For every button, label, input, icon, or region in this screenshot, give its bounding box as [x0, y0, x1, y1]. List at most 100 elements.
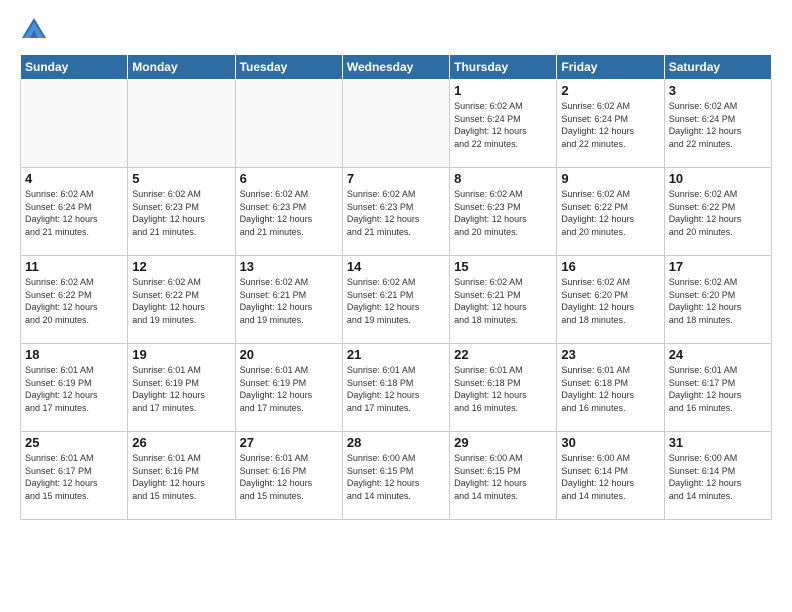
day-info: Sunrise: 6:02 AM Sunset: 6:24 PM Dayligh…	[669, 100, 767, 150]
day-number: 6	[240, 171, 338, 186]
day-number: 19	[132, 347, 230, 362]
calendar-cell: 21 Sunrise: 6:01 AM Sunset: 6:18 PM Dayli…	[342, 344, 449, 432]
day-number: 16	[561, 259, 659, 274]
day-number: 23	[561, 347, 659, 362]
day-number: 29	[454, 435, 552, 450]
day-info: Sunrise: 6:00 AM Sunset: 6:15 PM Dayligh…	[454, 452, 552, 502]
day-info: Sunrise: 6:02 AM Sunset: 6:21 PM Dayligh…	[454, 276, 552, 326]
day-number: 5	[132, 171, 230, 186]
calendar-cell: 9 Sunrise: 6:02 AM Sunset: 6:22 PM Daylig…	[557, 168, 664, 256]
weekday-header: Monday	[128, 55, 235, 80]
day-info: Sunrise: 6:02 AM Sunset: 6:22 PM Dayligh…	[561, 188, 659, 238]
calendar-week-row: 25 Sunrise: 6:01 AM Sunset: 6:17 PM Dayli…	[21, 432, 772, 520]
day-number: 4	[25, 171, 123, 186]
day-number: 13	[240, 259, 338, 274]
calendar-cell	[342, 80, 449, 168]
day-info: Sunrise: 6:02 AM Sunset: 6:24 PM Dayligh…	[454, 100, 552, 150]
day-number: 24	[669, 347, 767, 362]
day-info: Sunrise: 6:02 AM Sunset: 6:24 PM Dayligh…	[25, 188, 123, 238]
calendar-week-row: 18 Sunrise: 6:01 AM Sunset: 6:19 PM Dayli…	[21, 344, 772, 432]
day-number: 18	[25, 347, 123, 362]
day-number: 21	[347, 347, 445, 362]
header	[20, 16, 772, 44]
calendar-cell: 11Sunrise: 6:02 AM Sunset: 6:22 PM Dayli…	[21, 256, 128, 344]
day-number: 30	[561, 435, 659, 450]
page: SundayMondayTuesdayWednesdayThursdayFrid…	[0, 0, 792, 612]
calendar-cell: 20Sunrise: 6:01 AM Sunset: 6:19 PM Dayli…	[235, 344, 342, 432]
day-number: 14	[347, 259, 445, 274]
day-number: 11	[25, 259, 123, 274]
day-info: Sunrise: 6:01 AM Sunset: 6:16 PM Dayligh…	[132, 452, 230, 502]
day-info: Sunrise: 6:02 AM Sunset: 6:20 PM Dayligh…	[669, 276, 767, 326]
calendar-cell: 15 Sunrise: 6:02 AM Sunset: 6:21 PM Dayli…	[450, 256, 557, 344]
weekday-header: Saturday	[664, 55, 771, 80]
calendar-cell	[21, 80, 128, 168]
day-info: Sunrise: 6:01 AM Sunset: 6:18 PM Dayligh…	[454, 364, 552, 414]
day-info: Sunrise: 6:02 AM Sunset: 6:23 PM Dayligh…	[132, 188, 230, 238]
day-number: 31	[669, 435, 767, 450]
day-number: 27	[240, 435, 338, 450]
day-info: Sunrise: 6:01 AM Sunset: 6:17 PM Dayligh…	[25, 452, 123, 502]
day-number: 8	[454, 171, 552, 186]
calendar-cell: 17 Sunrise: 6:02 AM Sunset: 6:20 PM Dayli…	[664, 256, 771, 344]
day-number: 9	[561, 171, 659, 186]
calendar-cell: 23Sunrise: 6:01 AM Sunset: 6:18 PM Dayli…	[557, 344, 664, 432]
calendar-cell: 29 Sunrise: 6:00 AM Sunset: 6:15 PM Dayli…	[450, 432, 557, 520]
day-info: Sunrise: 6:00 AM Sunset: 6:14 PM Dayligh…	[669, 452, 767, 502]
calendar-cell: 31 Sunrise: 6:00 AM Sunset: 6:14 PM Dayli…	[664, 432, 771, 520]
calendar-cell: 5 Sunrise: 6:02 AM Sunset: 6:23 PM Daylig…	[128, 168, 235, 256]
day-number: 2	[561, 83, 659, 98]
logo	[20, 16, 52, 44]
calendar-cell: 22 Sunrise: 6:01 AM Sunset: 6:18 PM Dayli…	[450, 344, 557, 432]
day-info: Sunrise: 6:02 AM Sunset: 6:22 PM Dayligh…	[132, 276, 230, 326]
calendar-header-row: SundayMondayTuesdayWednesdayThursdayFrid…	[21, 55, 772, 80]
calendar-cell: 30Sunrise: 6:00 AM Sunset: 6:14 PM Dayli…	[557, 432, 664, 520]
calendar-cell: 13 Sunrise: 6:02 AM Sunset: 6:21 PM Dayli…	[235, 256, 342, 344]
day-number: 20	[240, 347, 338, 362]
day-info: Sunrise: 6:02 AM Sunset: 6:20 PM Dayligh…	[561, 276, 659, 326]
calendar-cell: 19 Sunrise: 6:01 AM Sunset: 6:19 PM Dayli…	[128, 344, 235, 432]
calendar-week-row: 1 Sunrise: 6:02 AM Sunset: 6:24 PM Daylig…	[21, 80, 772, 168]
day-info: Sunrise: 6:00 AM Sunset: 6:15 PM Dayligh…	[347, 452, 445, 502]
calendar-cell: 7 Sunrise: 6:02 AM Sunset: 6:23 PM Daylig…	[342, 168, 449, 256]
day-info: Sunrise: 6:02 AM Sunset: 6:24 PM Dayligh…	[561, 100, 659, 150]
calendar-cell: 25 Sunrise: 6:01 AM Sunset: 6:17 PM Dayli…	[21, 432, 128, 520]
calendar-cell: 2 Sunrise: 6:02 AM Sunset: 6:24 PM Daylig…	[557, 80, 664, 168]
day-number: 15	[454, 259, 552, 274]
calendar-cell: 14 Sunrise: 6:02 AM Sunset: 6:21 PM Dayli…	[342, 256, 449, 344]
day-info: Sunrise: 6:01 AM Sunset: 6:16 PM Dayligh…	[240, 452, 338, 502]
weekday-header: Tuesday	[235, 55, 342, 80]
calendar-cell: 6 Sunrise: 6:02 AM Sunset: 6:23 PM Daylig…	[235, 168, 342, 256]
calendar-cell	[235, 80, 342, 168]
day-info: Sunrise: 6:02 AM Sunset: 6:21 PM Dayligh…	[347, 276, 445, 326]
day-info: Sunrise: 6:02 AM Sunset: 6:23 PM Dayligh…	[454, 188, 552, 238]
day-info: Sunrise: 6:02 AM Sunset: 6:21 PM Dayligh…	[240, 276, 338, 326]
calendar-week-row: 11 Sunrise: 6:02 AM Sunset: 6:22 PM Dayli…	[21, 256, 772, 344]
day-info: Sunrise: 6:01 AM Sunset: 6:19 PM Dayligh…	[25, 364, 123, 414]
day-number: 10	[669, 171, 767, 186]
day-number: 3	[669, 83, 767, 98]
calendar-cell: 3 Sunrise: 6:02 AM Sunset: 6:24 PM Daylig…	[664, 80, 771, 168]
calendar-cell: 10Sunrise: 6:02 AM Sunset: 6:22 PM Dayli…	[664, 168, 771, 256]
day-number: 1	[454, 83, 552, 98]
day-info: Sunrise: 6:02 AM Sunset: 6:23 PM Dayligh…	[240, 188, 338, 238]
calendar-cell: 12 Sunrise: 6:02 AM Sunset: 6:22 PM Dayli…	[128, 256, 235, 344]
day-number: 25	[25, 435, 123, 450]
calendar-cell: 16 Sunrise: 6:02 AM Sunset: 6:20 PM Dayli…	[557, 256, 664, 344]
day-number: 7	[347, 171, 445, 186]
day-info: Sunrise: 6:02 AM Sunset: 6:23 PM Dayligh…	[347, 188, 445, 238]
weekday-header: Sunday	[21, 55, 128, 80]
day-number: 17	[669, 259, 767, 274]
calendar: SundayMondayTuesdayWednesdayThursdayFrid…	[20, 54, 772, 520]
day-info: Sunrise: 6:01 AM Sunset: 6:18 PM Dayligh…	[347, 364, 445, 414]
calendar-cell: 18 Sunrise: 6:01 AM Sunset: 6:19 PM Dayli…	[21, 344, 128, 432]
day-number: 26	[132, 435, 230, 450]
day-info: Sunrise: 6:01 AM Sunset: 6:19 PM Dayligh…	[132, 364, 230, 414]
day-number: 22	[454, 347, 552, 362]
calendar-cell: 28Sunrise: 6:00 AM Sunset: 6:15 PM Dayli…	[342, 432, 449, 520]
calendar-cell: 4 Sunrise: 6:02 AM Sunset: 6:24 PM Daylig…	[21, 168, 128, 256]
weekday-header: Friday	[557, 55, 664, 80]
calendar-cell: 8 Sunrise: 6:02 AM Sunset: 6:23 PM Daylig…	[450, 168, 557, 256]
day-number: 12	[132, 259, 230, 274]
day-info: Sunrise: 6:01 AM Sunset: 6:17 PM Dayligh…	[669, 364, 767, 414]
